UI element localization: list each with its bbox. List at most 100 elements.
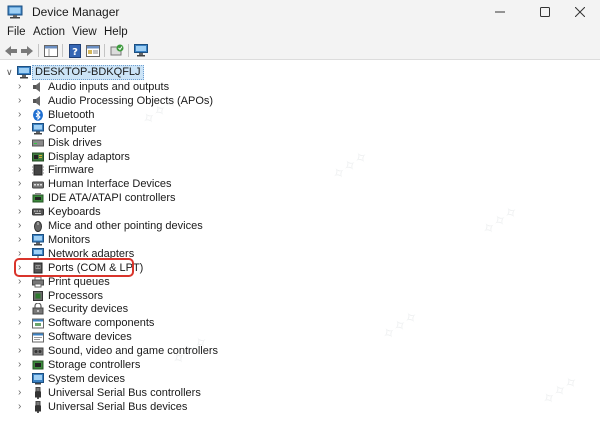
tree-item-label: Software devices [48, 331, 132, 344]
tree-item-display-adapter[interactable]: › Display adaptors [0, 150, 400, 164]
tree-item-speaker[interactable]: › Audio inputs and outputs [0, 80, 400, 94]
expand-icon[interactable]: › [18, 122, 21, 136]
expand-icon[interactable]: › [18, 316, 21, 330]
software-device-icon [32, 332, 44, 343]
tree-item-label: Storage controllers [48, 359, 141, 371]
expand-icon[interactable]: › [18, 330, 21, 344]
expand-icon[interactable]: › [18, 205, 21, 219]
window-title: Device Manager [32, 5, 120, 19]
menu-view[interactable]: View [72, 26, 97, 38]
close-icon [575, 7, 585, 17]
storage-controller-icon [32, 360, 44, 370]
tree-item-ide-controller[interactable]: › IDE ATA/ATAPI controllers [0, 191, 400, 205]
ide-controller-icon [32, 193, 44, 203]
display-adapter-icon [32, 152, 44, 161]
show-hide-button[interactable] [43, 43, 59, 58]
menu-action[interactable]: Action [33, 26, 65, 38]
expand-icon[interactable]: › [18, 233, 21, 247]
tree-item-label: Audio Processing Objects (APOs) [48, 94, 214, 107]
expand-icon[interactable]: › [18, 386, 21, 400]
tree-root[interactable]: ∨ DESKTOP-BDKQFLJ [0, 65, 200, 80]
expand-icon[interactable]: › [18, 150, 21, 164]
expand-icon[interactable]: › [18, 80, 21, 94]
computer-icon [32, 122, 44, 135]
expand-icon[interactable]: › [18, 219, 21, 233]
tree-item-label: Bluetooth [48, 108, 95, 121]
watermark: ✧✧✧ [478, 201, 523, 240]
tree-item-sound-controller[interactable]: › Sound, video and game controllers [0, 344, 400, 358]
computer-name[interactable]: DESKTOP-BDKQFLJ [32, 65, 144, 80]
tree-item-label: Processors [48, 289, 104, 302]
tree-item-label: Disk drives [48, 136, 102, 149]
tree-item-label: Mice and other pointing devices [48, 220, 203, 232]
tree-item-processor[interactable]: › Processors [0, 289, 400, 303]
expand-icon[interactable]: › [18, 289, 21, 303]
tree-item-firmware[interactable]: › Firmware [0, 163, 400, 177]
expand-icon[interactable]: › [18, 177, 21, 191]
close-button[interactable] [560, 0, 600, 24]
show-hide-icon [44, 44, 58, 57]
tree-item-keyboard[interactable]: › Keyboards [0, 205, 400, 219]
tree-item-label: Display adaptors [48, 150, 130, 163]
tree-item-label: Security devices [48, 303, 129, 316]
speaker-icon [33, 95, 40, 106]
usb-icon [35, 400, 41, 413]
back-button[interactable] [3, 43, 19, 58]
hid-icon [32, 181, 44, 189]
tree-item-security-device[interactable]: › Security devices [0, 302, 400, 316]
tree-item-label: Monitors [48, 233, 91, 246]
maximize-icon [540, 7, 550, 17]
tree-item-hid[interactable]: › Human Interface Devices [0, 177, 400, 191]
expand-icon[interactable]: › [18, 400, 21, 414]
tree-item-label: System devices [48, 372, 126, 385]
tree-item-usb[interactable]: › Universal Serial Bus controllers [0, 386, 400, 400]
sound-controller-icon [32, 347, 44, 356]
disk-drive-icon [32, 139, 44, 147]
tree-item-label: Firmware [48, 164, 94, 177]
tree-item-label: Universal Serial Bus controllers [48, 386, 201, 399]
expand-icon[interactable]: › [18, 163, 21, 177]
expand-icon[interactable]: › [18, 302, 21, 316]
toolbar-separator [62, 44, 63, 57]
tree-item-mouse[interactable]: › Mice and other pointing devices [0, 219, 400, 233]
menu-help[interactable]: Help [104, 26, 128, 38]
menu-file[interactable]: File [7, 26, 26, 38]
update-driver-button[interactable] [109, 43, 125, 58]
tree-item-label: Keyboards [48, 206, 101, 219]
device-tree: ✧✧✧ ✧✧✧ ✧✧✧ ✧✧✧ ✧✧✧ ✧✧✧ ∨ DESKTOP-BDKQFL… [0, 61, 600, 438]
computer-icon [17, 66, 31, 79]
minimize-button[interactable] [478, 0, 522, 24]
minimize-icon [495, 11, 505, 13]
tree-item-label: IDE ATA/ATAPI controllers [48, 192, 176, 205]
tree-item-speaker[interactable]: › Audio Processing Objects (APOs) [0, 94, 400, 108]
mouse-icon [34, 221, 42, 232]
expand-icon[interactable]: › [18, 108, 21, 122]
tree-item-bluetooth[interactable]: › Bluetooth [0, 108, 400, 122]
tree-item-system-device[interactable]: › System devices [0, 372, 400, 386]
collapse-icon[interactable]: ∨ [6, 67, 13, 78]
expand-icon[interactable]: › [18, 344, 21, 358]
tree-item-computer[interactable]: › Computer [0, 122, 400, 136]
expand-icon[interactable]: › [18, 358, 21, 372]
help-button[interactable]: ? [67, 43, 83, 58]
tree-item-disk-drive[interactable]: › Disk drives [0, 136, 400, 150]
bluetooth-icon [33, 108, 43, 121]
help-icon: ? [69, 43, 81, 58]
expand-icon[interactable]: › [18, 136, 21, 150]
scan-hardware-button[interactable] [133, 43, 149, 58]
tree-item-software-device[interactable]: › Software devices [0, 330, 400, 344]
expand-icon[interactable]: › [18, 94, 21, 108]
tree-item-software-component[interactable]: › Software components [0, 316, 400, 330]
usb-icon [35, 386, 41, 399]
tree-item-monitor[interactable]: › Monitors [0, 233, 400, 247]
tree-item-storage-controller[interactable]: › Storage controllers [0, 358, 400, 372]
firmware-icon [32, 164, 44, 176]
ports-highlight-annotation [14, 258, 134, 277]
expand-icon[interactable]: › [18, 191, 21, 205]
properties-button[interactable] [85, 43, 101, 58]
tree-item-usb[interactable]: › Universal Serial Bus devices [0, 400, 400, 414]
expand-icon[interactable]: › [18, 372, 21, 386]
menu-bar: File Action View Help [0, 24, 600, 41]
forward-button[interactable] [19, 43, 35, 58]
tree-item-label: Universal Serial Bus devices [48, 400, 188, 413]
